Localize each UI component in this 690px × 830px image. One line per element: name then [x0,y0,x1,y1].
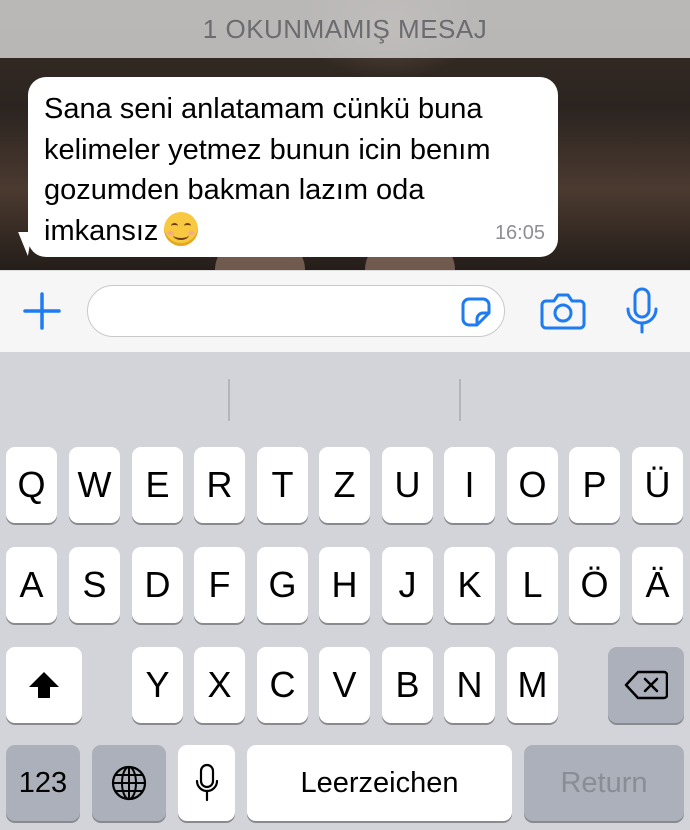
key-q[interactable]: Q [6,447,57,523]
voice-message-button[interactable] [624,287,660,335]
key-u[interactable]: U [382,447,433,523]
shift-key[interactable] [6,647,82,723]
message-timestamp: 16:05 [494,222,545,244]
sticker-icon [461,297,491,327]
key-d[interactable]: D [132,547,183,623]
attach-plus-button[interactable] [22,291,62,331]
key-x[interactable]: X [194,647,245,723]
key-z[interactable]: Z [319,447,370,523]
suggestion-divider [459,379,461,421]
key-h[interactable]: H [319,547,370,623]
microphone-icon [626,287,658,334]
key-e[interactable]: E [132,447,183,523]
backspace-key[interactable] [608,647,684,723]
key-w[interactable]: W [69,447,120,523]
key-o[interactable]: O [507,447,558,523]
message-line: imkansız [44,211,544,252]
unread-messages-banner: 1 OKUNMAMIŞ MESAJ [0,0,690,58]
chat-background: 1 OKUNMAMIŞ MESAJ Sana seni anlatamam cü… [0,0,690,270]
key-f[interactable]: F [194,547,245,623]
message-input-bar [0,270,690,353]
suggestion-divider [228,379,230,421]
key-u-umlaut[interactable]: Ü [632,447,683,523]
smiling-face-emoji-icon [164,211,199,246]
plus-icon [23,292,61,330]
key-s[interactable]: S [69,547,120,623]
incoming-message-bubble[interactable]: Sana seni anlatamam cünkü buna kelimeler… [28,77,558,257]
numbers-key[interactable]: 123 [6,745,80,821]
key-l[interactable]: L [507,547,558,623]
space-key[interactable]: Leerzeichen [247,745,512,821]
backspace-icon [624,670,668,700]
key-p[interactable]: P [569,447,620,523]
key-j[interactable]: J [382,547,433,623]
key-m[interactable]: M [507,647,558,723]
message-line: Sana seni anlatamam cünkü buna [44,93,483,125]
globe-icon [111,765,147,801]
key-a[interactable]: A [6,547,57,623]
shift-icon [29,672,59,698]
message-text: Sana seni anlatamam cünkü buna kelimeler… [44,89,544,251]
keyboard: Q W E R T Z U I O P Ü A S D F G H J K L … [0,352,690,830]
key-c[interactable]: C [257,647,308,723]
key-b[interactable]: B [382,647,433,723]
camera-icon [540,293,586,330]
globe-key[interactable] [92,745,166,821]
key-t[interactable]: T [257,447,308,523]
dictation-mic-icon [195,763,218,802]
key-o-umlaut[interactable]: Ö [569,547,620,623]
key-a-umlaut[interactable]: Ä [632,547,683,623]
key-r[interactable]: R [194,447,245,523]
key-i[interactable]: I [444,447,495,523]
message-input-field[interactable] [87,285,505,337]
camera-button[interactable] [540,291,586,331]
sticker-button[interactable] [460,296,492,328]
key-v[interactable]: V [319,647,370,723]
key-g[interactable]: G [257,547,308,623]
key-n[interactable]: N [444,647,495,723]
message-line: kelimeler yetmez bunun icin benım [44,133,491,166]
return-key[interactable]: Return [524,745,684,821]
key-k[interactable]: K [444,547,495,623]
message-line: gozumden bakman lazım oda [44,174,425,206]
message-line-text: imkansız [44,214,159,247]
dictation-key[interactable] [178,745,235,821]
key-y[interactable]: Y [132,647,183,723]
